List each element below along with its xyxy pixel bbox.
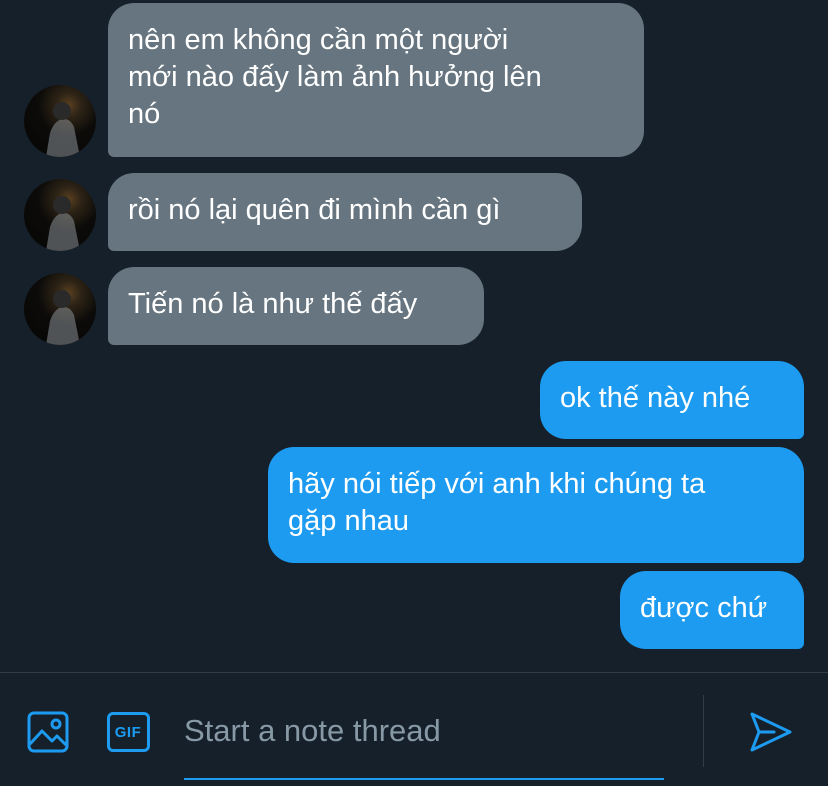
message-bubble-received[interactable]: nên em không cần một người mới nào đấy l…	[108, 3, 644, 157]
send-button[interactable]	[748, 710, 794, 754]
message-composer: GIF	[0, 673, 828, 786]
message-bubble-sent[interactable]: được chứ	[620, 571, 804, 649]
message-text: Tiến nó là như thế đấy	[128, 288, 418, 320]
add-media-button[interactable]	[26, 710, 70, 754]
message-text: nên em không cần một người mới nào đấy l…	[128, 24, 542, 130]
message-text: rồi nó lại quên đi mình cần gì	[128, 194, 501, 226]
note-thread-input[interactable]	[184, 709, 664, 753]
message-text: ok thế này nhé	[560, 382, 751, 414]
gif-label: GIF	[114, 723, 142, 741]
image-icon	[27, 711, 69, 753]
contact-avatar[interactable]	[24, 85, 96, 157]
message-text: được chứ	[640, 592, 768, 624]
conversation: nên em không cần một người mới nào đấy l…	[0, 0, 828, 672]
message-bubble-received[interactable]: Tiến nó là như thế đấy	[108, 267, 484, 345]
add-gif-button[interactable]: GIF	[106, 710, 150, 754]
send-icon	[750, 712, 792, 752]
message-text: hãy nói tiếp với anh khi chúng ta gặp nh…	[288, 468, 706, 537]
composer-separator	[703, 695, 704, 767]
message-bubble-sent[interactable]: hãy nói tiếp với anh khi chúng ta gặp nh…	[268, 447, 804, 563]
gif-icon: GIF	[106, 712, 150, 752]
contact-avatar[interactable]	[24, 179, 96, 251]
message-bubble-sent[interactable]: ok thế này nhé	[540, 361, 804, 439]
input-underline	[184, 778, 664, 780]
message-bubble-received[interactable]: rồi nó lại quên đi mình cần gì	[108, 173, 582, 251]
contact-avatar[interactable]	[24, 273, 96, 345]
